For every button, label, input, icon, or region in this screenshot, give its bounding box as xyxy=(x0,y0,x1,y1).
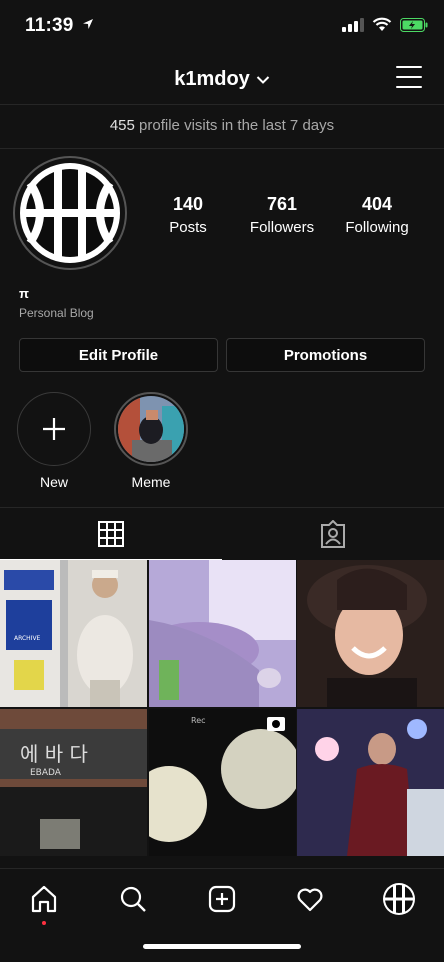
battery-icon xyxy=(400,17,428,32)
photo-thumbnail xyxy=(149,560,296,707)
following-count: 404 xyxy=(361,194,393,214)
nav-search[interactable] xyxy=(111,877,155,921)
followers-stat[interactable]: 761 Followers xyxy=(237,194,327,236)
photo-post[interactable] xyxy=(297,709,444,856)
visits-count: 455 xyxy=(109,117,135,134)
home-icon xyxy=(31,885,57,913)
photo-thumbnail xyxy=(297,560,444,707)
following-label: Following xyxy=(345,219,409,236)
nav-create[interactable] xyxy=(200,877,244,921)
chevron-down-icon xyxy=(256,76,270,84)
nav-profile[interactable] xyxy=(377,877,421,921)
photo-thumbnail xyxy=(297,709,444,856)
tab-tagged[interactable] xyxy=(222,508,444,560)
activity-dot xyxy=(42,921,46,925)
tagged-person-icon xyxy=(321,520,345,548)
photo-thumbnail: Rec xyxy=(149,709,296,856)
menu-icon[interactable] xyxy=(396,66,422,90)
heart-icon xyxy=(297,888,323,912)
followers-count: 761 xyxy=(266,194,298,214)
highlight-meme[interactable]: Meme xyxy=(113,392,189,490)
photo-thumbnail: 에 바 다 EBADA xyxy=(0,709,147,856)
status-bar: 11:39 xyxy=(0,0,444,50)
cellular-signal-icon xyxy=(342,17,364,32)
photo-post[interactable]: ARCHIVE xyxy=(0,560,147,707)
profile-avatar-icon xyxy=(383,883,415,915)
highlight-label: Meme xyxy=(131,474,171,490)
promotions-button[interactable]: Promotions xyxy=(226,338,425,372)
add-post-icon xyxy=(208,885,236,913)
photo-post[interactable] xyxy=(297,560,444,707)
bio-name: π xyxy=(19,286,29,301)
time-text: 11:39 xyxy=(25,15,74,36)
nav-activity[interactable] xyxy=(288,877,332,921)
plus-icon xyxy=(43,418,65,440)
highlight-label: New xyxy=(39,474,68,490)
profile-avatar[interactable] xyxy=(13,156,127,270)
photo-caption-text: ARCHIVE xyxy=(14,635,41,642)
profile-tabs xyxy=(0,507,444,560)
photo-caption-sub: EBADA xyxy=(30,768,62,778)
photo-post[interactable] xyxy=(149,560,296,707)
new-highlight-circle xyxy=(17,392,91,466)
grid-icon xyxy=(98,520,124,547)
highlight-new[interactable]: New xyxy=(16,392,92,490)
profile-header: k1mdoy xyxy=(0,52,444,105)
location-arrow-icon xyxy=(83,19,94,29)
edit-profile-button[interactable]: Edit Profile xyxy=(19,338,218,372)
username-switcher[interactable]: k1mdoy xyxy=(0,68,444,91)
photo-post[interactable]: Rec xyxy=(149,709,296,856)
posts-count: 140 xyxy=(172,194,204,214)
meme-highlight-thumbnail xyxy=(118,396,184,462)
following-stat[interactable]: 404 Following xyxy=(332,194,422,236)
tab-grid[interactable] xyxy=(0,508,222,560)
basketball-logo-icon xyxy=(20,163,120,263)
wifi-icon xyxy=(372,17,392,31)
status-time: 11:39 xyxy=(25,15,94,37)
posts-label: Posts xyxy=(169,219,207,236)
profile-visits-banner[interactable]: 455 profile visits in the last 7 days xyxy=(0,104,444,149)
nav-home[interactable] xyxy=(22,877,66,921)
photo-caption-text: 에 바 다 xyxy=(20,742,88,766)
posts-stat[interactable]: 140 Posts xyxy=(143,194,233,236)
bio-category: Personal Blog xyxy=(19,306,94,320)
photo-caption-text: Rec xyxy=(191,716,206,725)
username-text: k1mdoy xyxy=(174,68,250,90)
followers-label: Followers xyxy=(249,219,315,236)
home-indicator xyxy=(143,944,301,949)
photo-thumbnail: ARCHIVE xyxy=(0,560,147,707)
meme-highlight-circle xyxy=(114,392,188,466)
search-icon xyxy=(120,886,146,912)
photo-grid: ARCHIVE 에 바 다 EBADA Rec xyxy=(0,560,444,870)
photo-post[interactable]: 에 바 다 EBADA xyxy=(0,709,147,856)
visits-text: profile visits in the last 7 days xyxy=(134,117,335,134)
